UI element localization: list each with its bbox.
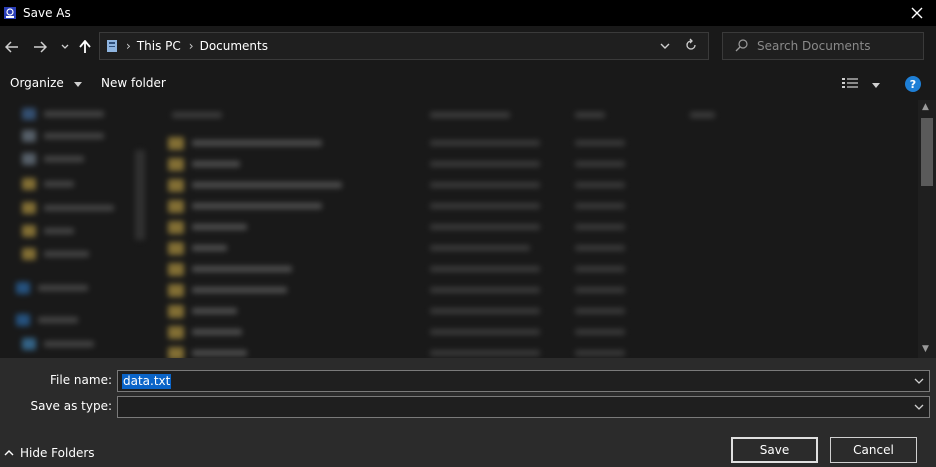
save-button[interactable]: Save: [731, 437, 818, 463]
list-item: [168, 218, 247, 236]
list-item: [168, 281, 287, 299]
scrollbar-thumb[interactable]: [921, 118, 933, 186]
save-as-type-label: Save as type:: [30, 399, 112, 413]
this-pc-icon: [106, 39, 118, 53]
breadcrumb-separator-icon: ›: [188, 39, 194, 53]
date-cell: [430, 224, 540, 230]
list-item: [168, 134, 322, 152]
date-cell: [430, 350, 540, 356]
nav-item: [22, 108, 104, 120]
title-bar: Save As: [0, 0, 936, 26]
list-item: [168, 344, 247, 358]
type-cell: [575, 203, 625, 209]
list-item: [168, 323, 242, 341]
help-button[interactable]: ?: [905, 76, 921, 92]
date-cell: [430, 182, 540, 188]
organize-chevron-icon: [73, 77, 82, 91]
file-name-label: File name:: [50, 373, 112, 387]
view-chevron-icon: [871, 78, 880, 92]
list-item: [168, 176, 342, 194]
save-as-type-dropdown-chevron-icon[interactable]: [914, 401, 924, 415]
nav-item: [22, 225, 74, 237]
command-bar: Organize New folder ?: [0, 68, 936, 100]
breadcrumb-documents[interactable]: Documents: [200, 39, 268, 53]
organize-label: Organize: [10, 76, 64, 90]
app-icon: [3, 6, 17, 20]
blurred-file-list: [0, 100, 918, 358]
search-input[interactable]: [755, 38, 919, 54]
cancel-button[interactable]: Cancel: [830, 437, 917, 463]
breadcrumb-separator-icon: ›: [126, 39, 131, 53]
address-bar[interactable]: › This PC › Documents: [99, 32, 709, 60]
search-icon: [735, 38, 749, 55]
window-title: Save As: [23, 6, 71, 20]
nav-item: [16, 314, 78, 326]
change-view-button[interactable]: [842, 77, 880, 92]
nav-item: [16, 282, 88, 294]
nav-item: [22, 202, 114, 214]
hide-folders-button[interactable]: Hide Folders: [4, 446, 95, 460]
date-cell: [430, 287, 540, 293]
date-cell: [430, 245, 530, 251]
new-folder-button[interactable]: New folder: [101, 76, 166, 90]
type-cell: [575, 287, 625, 293]
date-cell: [430, 161, 540, 167]
list-item: [168, 260, 292, 278]
type-cell: [575, 161, 625, 167]
column-header: [575, 112, 605, 118]
type-cell: [575, 224, 625, 230]
nav-item: [22, 178, 74, 190]
list-item: [168, 197, 322, 215]
nav-pane-scrollbar: [135, 150, 145, 240]
type-cell: [575, 266, 625, 272]
type-cell: [575, 308, 625, 314]
save-options-panel: File name: data.txt Save as type: Hide F…: [0, 358, 936, 467]
nav-item: [22, 153, 84, 165]
date-cell: [430, 308, 540, 314]
type-cell: [575, 140, 625, 146]
recent-locations-chevron-icon[interactable]: [56, 38, 74, 56]
list-item: [168, 302, 237, 320]
date-cell: [430, 140, 540, 146]
nav-item: [22, 338, 94, 350]
file-name-value[interactable]: data.txt: [122, 374, 172, 389]
hide-folders-label: Hide Folders: [20, 446, 95, 460]
type-cell: [575, 329, 625, 335]
type-cell: [575, 350, 625, 356]
scroll-down-icon[interactable]: ▼: [922, 344, 929, 354]
up-arrow-icon[interactable]: [76, 38, 94, 56]
file-name-dropdown-chevron-icon[interactable]: [914, 375, 924, 389]
details-view-icon: [842, 77, 858, 92]
date-cell: [430, 329, 540, 335]
scroll-up-icon[interactable]: ▲: [922, 102, 929, 112]
vertical-scrollbar[interactable]: ▲ ▼: [918, 100, 936, 358]
address-row: › This PC › Documents: [0, 26, 936, 68]
search-box[interactable]: [722, 32, 924, 60]
address-dropdown-chevron-icon[interactable]: [660, 39, 670, 53]
date-cell: [430, 203, 540, 209]
type-cell: [575, 245, 625, 251]
forward-arrow-icon[interactable]: [31, 38, 49, 56]
refresh-icon[interactable]: [684, 38, 698, 55]
file-browser: ▲ ▼: [0, 100, 936, 358]
nav-item: [22, 130, 104, 142]
column-header: [430, 112, 510, 118]
save-as-type-select[interactable]: [117, 396, 930, 418]
column-header: [172, 112, 222, 118]
collapse-chevron-icon: [4, 446, 14, 460]
date-cell: [430, 266, 540, 272]
close-icon[interactable]: [906, 2, 928, 24]
type-cell: [575, 182, 625, 188]
column-header: [690, 112, 715, 118]
file-name-field[interactable]: data.txt: [117, 370, 930, 392]
breadcrumb-this-pc[interactable]: This PC: [137, 39, 181, 53]
list-item: [168, 239, 227, 257]
list-item: [168, 155, 240, 173]
organize-button[interactable]: Organize: [10, 76, 82, 91]
back-arrow-icon[interactable]: [3, 38, 21, 56]
nav-item: [22, 248, 89, 260]
